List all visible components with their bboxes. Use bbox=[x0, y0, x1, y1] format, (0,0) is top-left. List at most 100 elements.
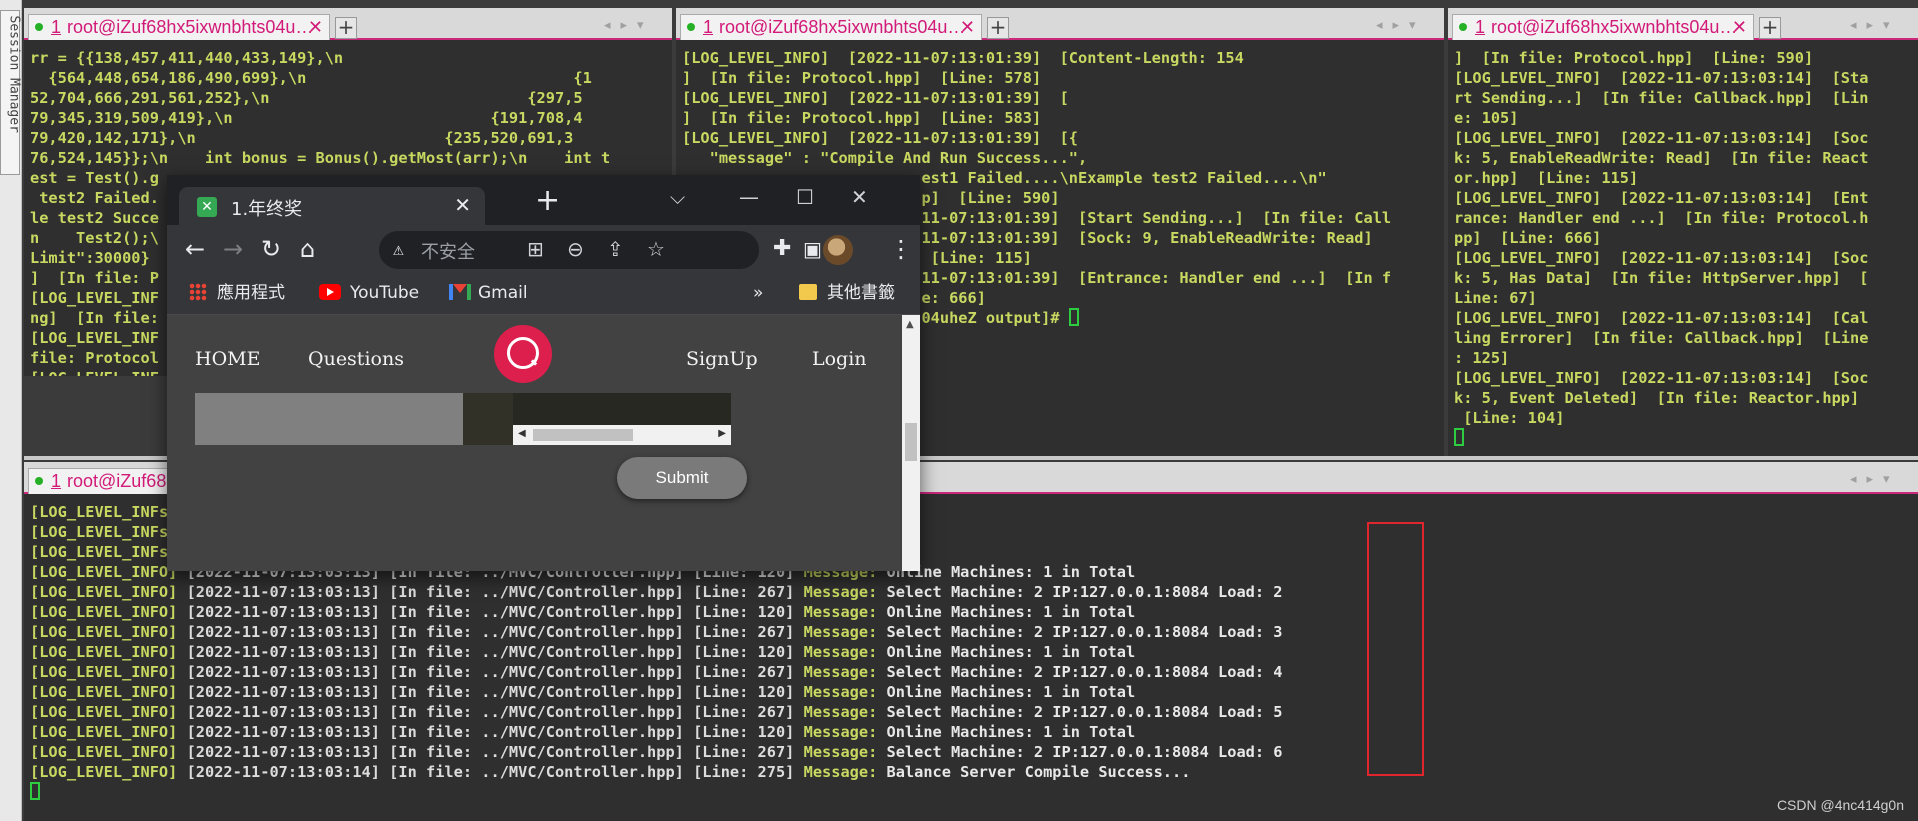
editor-horizontal-scrollbar[interactable]: ◀ ▶ bbox=[513, 425, 731, 445]
log-rest: Online Machines: 1 in Total bbox=[877, 683, 1136, 701]
terminal-line: 79,345,319,509,419},\n {191,708,4 bbox=[30, 109, 583, 127]
tab-title: root@iZuf68hx5ixwnbhts04u… bbox=[67, 17, 314, 37]
watermark: CSDN @4nc414g0n bbox=[1776, 797, 1904, 813]
terminal-line: ] [In file: Protocol.hpp] [Line: 578] bbox=[682, 69, 1042, 87]
bookmark-youtube[interactable]: YouTube bbox=[319, 281, 419, 305]
log-mid: [2022-11-07:13:03:13] [In file: ../MVC/C… bbox=[177, 583, 804, 601]
zoom-out-icon[interactable]: ⊖ bbox=[567, 237, 584, 261]
bookmark-gmail-label: Gmail bbox=[478, 283, 528, 303]
load-highlight-box bbox=[1367, 522, 1424, 776]
cursor-icon bbox=[1454, 428, 1464, 446]
new-tab-button[interactable]: + bbox=[335, 17, 357, 39]
bookmarks-bar: 應用程式 YouTube Gmail » 其他書籤 bbox=[167, 273, 920, 315]
log-mid: [2022-11-07:13:03:13] [In file: ../MVC/C… bbox=[177, 663, 804, 681]
submit-button[interactable]: Submit bbox=[617, 457, 747, 499]
tab-number: 1 bbox=[51, 17, 62, 37]
nav-questions[interactable]: Questions bbox=[308, 348, 404, 370]
back-icon[interactable]: ← bbox=[185, 235, 205, 263]
log-msg: Message: bbox=[803, 743, 878, 761]
log-prefix: [LOG_LEVEL_INF bbox=[30, 523, 159, 541]
leetcode-favicon-icon: ✕ bbox=[197, 197, 217, 217]
terminal-tab[interactable]: 1 root@iZuf68hx5ixwnbhts04u… ✕ bbox=[680, 14, 982, 40]
panel-divider[interactable] bbox=[463, 393, 513, 445]
apps-grid-icon bbox=[189, 283, 207, 301]
bookmark-gmail[interactable]: Gmail bbox=[449, 281, 528, 305]
address-bar[interactable]: ⚠ 不安全 ⊞ ⊖ ⇪ ☆ bbox=[379, 231, 759, 269]
scroll-up-icon[interactable]: ▲ bbox=[906, 319, 914, 330]
scroll-left-icon[interactable]: ◀ bbox=[518, 428, 526, 439]
tab-scroll-arrows-icon[interactable]: ◂▸▾ bbox=[1376, 18, 1426, 33]
terminal-tab[interactable]: 1 root@iZuf68hx5ixwnbhts04u… ✕ bbox=[28, 14, 330, 40]
session-manager-label: Session Manager bbox=[6, 15, 22, 133]
log-prefix: [LOG_LEVEL_INFO] bbox=[30, 763, 178, 781]
log-prefix: [LOG_LEVEL_INFO] bbox=[30, 563, 178, 581]
log-prefix: [LOG_LEVEL_INF bbox=[30, 543, 159, 561]
tab-search-icon[interactable]: ⌵ bbox=[670, 185, 685, 209]
more-bookmarks-button[interactable]: » bbox=[753, 281, 763, 305]
scroll-right-icon[interactable]: ▶ bbox=[718, 428, 726, 439]
close-window-icon[interactable]: ✕ bbox=[851, 185, 868, 209]
tab-scroll-arrows-icon[interactable]: ◂▸▾ bbox=[1850, 472, 1900, 487]
reload-icon[interactable]: ↻ bbox=[261, 235, 281, 263]
bookmark-star-icon[interactable]: ☆ bbox=[647, 237, 665, 261]
tab-scroll-arrows-icon[interactable]: ◂▸▾ bbox=[1850, 18, 1900, 33]
page-vertical-scrollbar[interactable]: ▲ bbox=[902, 315, 920, 571]
session-manager-bar: Session Manager bbox=[0, 0, 22, 821]
terminal-pane-top-right[interactable]: 1 root@iZuf68hx5ixwnbhts04u… ✕ + ◂▸▾ ] [I… bbox=[1448, 8, 1918, 456]
connected-status-icon bbox=[1459, 23, 1467, 31]
bookmark-other-label: 其他書籤 bbox=[827, 283, 895, 303]
scrollbar-thumb[interactable] bbox=[905, 423, 917, 461]
menu-icon[interactable]: ⋮ bbox=[889, 235, 913, 263]
log-msg: Message: bbox=[803, 763, 878, 781]
new-tab-button[interactable]: + bbox=[987, 17, 1009, 39]
terminal-line: pp] [Line: 666] bbox=[1454, 229, 1602, 247]
tab-title: root@iZuf68 bbox=[67, 471, 167, 491]
profile-avatar[interactable] bbox=[823, 235, 853, 265]
close-tab-icon[interactable]: ✕ bbox=[454, 193, 471, 217]
terminal-line: rance: Handler end ...] [In file: Protoc… bbox=[1454, 209, 1869, 227]
terminal-line: 52,704,666,291,561,252},\n {297,5 bbox=[30, 89, 583, 107]
terminal-line: k: 5, Has Data] [In file: HttpServer.hpp… bbox=[1454, 269, 1869, 287]
forward-icon[interactable]: → bbox=[223, 235, 243, 263]
connected-status-icon bbox=[35, 23, 43, 31]
terminal-line: 79,420,142,171},\n {235,520,691,3 bbox=[30, 129, 574, 147]
share-icon[interactable]: ⇪ bbox=[607, 237, 624, 261]
session-manager-tab[interactable]: Session Manager bbox=[0, 10, 22, 175]
terminal-line: "message" : "Compile And Run Success..."… bbox=[682, 149, 1088, 167]
terminal-line: [LOG_LEVEL_INFO] [2022-11-07:13:01:39] [… bbox=[682, 129, 1079, 147]
scrollbar-thumb[interactable] bbox=[533, 429, 633, 441]
terminal-tab[interactable]: 1 root@iZuf68hx5ixwnbhts04u… ✕ bbox=[1452, 14, 1754, 40]
close-tab-icon[interactable]: ✕ bbox=[308, 15, 323, 40]
security-label: 不安全 bbox=[421, 242, 475, 263]
minimize-icon[interactable]: — bbox=[739, 185, 759, 209]
prompt-line bbox=[30, 782, 1918, 802]
side-panel-icon[interactable]: ▣ bbox=[803, 235, 822, 263]
log-rest: Select Machine: 2 IP:127.0.0.1:8084 Load… bbox=[877, 743, 1283, 761]
terminal-tab[interactable]: 1 root@iZuf68 bbox=[28, 468, 178, 494]
bookmark-other[interactable]: 其他書籤 bbox=[799, 281, 895, 305]
maximize-icon[interactable]: ☐ bbox=[796, 185, 814, 209]
nav-signup[interactable]: SignUp bbox=[686, 348, 758, 370]
new-tab-icon[interactable]: + bbox=[535, 186, 560, 216]
log-msg: Message: bbox=[803, 623, 878, 641]
tab-title: root@iZuf68hx5ixwnbhts04u… bbox=[719, 17, 966, 37]
new-tab-button[interactable]: + bbox=[1759, 17, 1781, 39]
browser-window[interactable]: ✕ 1.年终奖 ✕ + ⌵ — ☐ ✕ ← → ↻ ⌂ ⚠ 不安全 ⊞ ⊖ ⇪ … bbox=[167, 175, 920, 571]
translate-icon[interactable]: ⊞ bbox=[527, 237, 544, 261]
site-logo-icon[interactable] bbox=[494, 325, 552, 383]
log-rest: Balance Server Compile Success... bbox=[877, 763, 1191, 781]
log-prefix: [LOG_LEVEL_INFO] bbox=[30, 683, 178, 701]
terminal-output: ] [In file: Protocol.hpp] [Line: 590] [LO… bbox=[1454, 48, 1918, 448]
tab-scroll-arrows-icon[interactable]: ◂▸▾ bbox=[604, 18, 654, 33]
nav-home[interactable]: HOME bbox=[195, 348, 260, 370]
home-icon[interactable]: ⌂ bbox=[300, 235, 315, 263]
log-msg: Message: bbox=[803, 643, 878, 661]
terminal-line: {564,448,654,186,490,699},\n {1 bbox=[30, 69, 592, 87]
log-line: [LOG_LEVEL_INFO] [2022-11-07:13:03:13] [… bbox=[30, 702, 1918, 722]
extensions-icon[interactable]: ✚ bbox=[773, 235, 791, 263]
browser-tab[interactable]: ✕ 1.年终奖 ✕ bbox=[179, 187, 485, 225]
close-tab-icon[interactable]: ✕ bbox=[960, 15, 975, 40]
close-tab-icon[interactable]: ✕ bbox=[1732, 15, 1747, 40]
bookmark-apps[interactable]: 應用程式 bbox=[189, 281, 285, 305]
nav-login[interactable]: Login bbox=[812, 348, 867, 370]
